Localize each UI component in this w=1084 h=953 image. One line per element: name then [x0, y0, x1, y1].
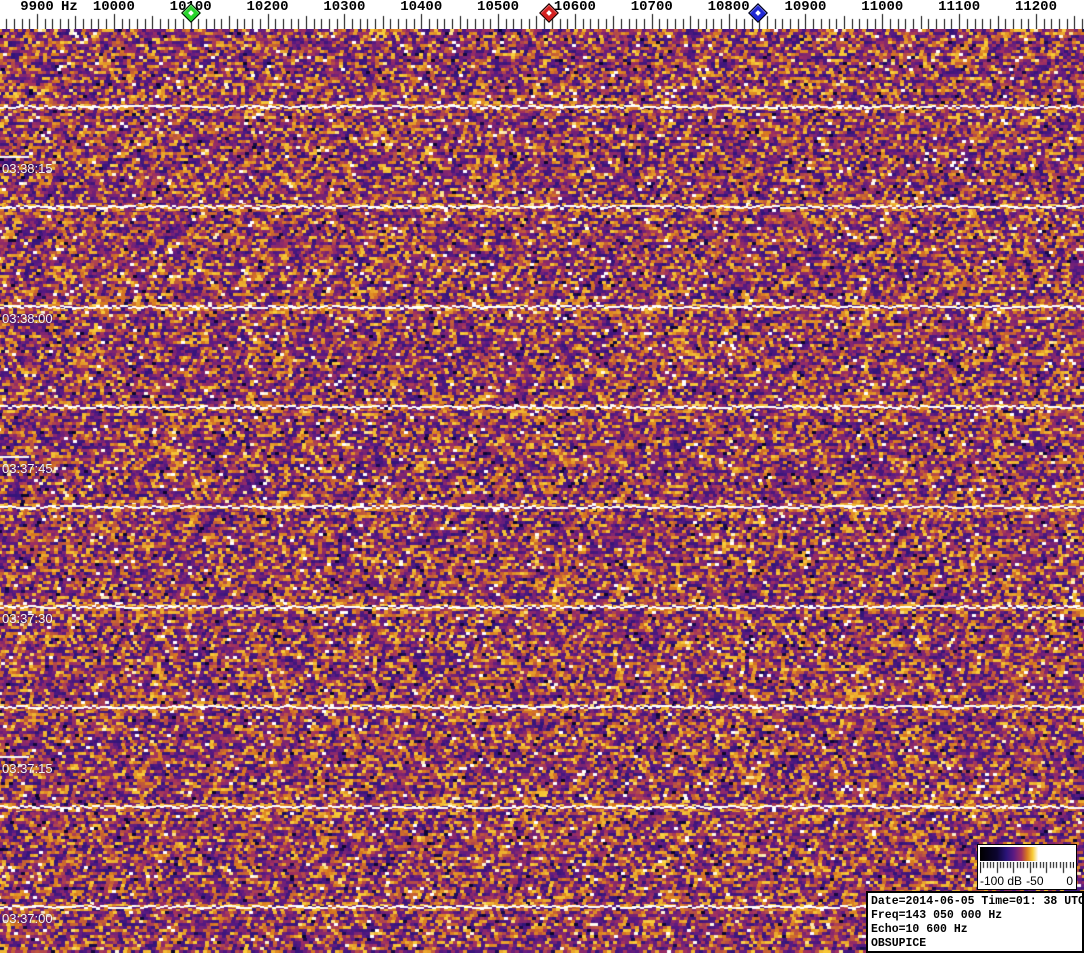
ruler-frequency-label: 11100	[938, 0, 981, 15]
ruler-frequency-label: 9900	[20, 0, 54, 15]
frequency-ruler[interactable]: Hz 9900100001010010200103001040010500106…	[0, 0, 1084, 29]
info-line-datetime: Date=2014-06-05 Time=01: 38 UTC	[871, 895, 1084, 908]
spectrogram-screen: Hz 9900100001010010200103001040010500106…	[0, 0, 1084, 953]
colorbar-label-mid: -50	[1026, 874, 1044, 888]
spectrogram-canvas[interactable]	[0, 29, 1084, 953]
time-label: 03:37:30	[2, 611, 53, 626]
ruler-frequency-label: 10800	[707, 0, 750, 15]
marker-center-dot	[188, 10, 194, 16]
info-line-echo: Echo=10 600 Hz	[871, 923, 968, 936]
colorbar-legend: -100 dB -50 0	[977, 844, 1077, 890]
time-label: 03:37:00	[2, 911, 53, 926]
ruler-frequency-label: 11000	[861, 0, 904, 15]
ruler-frequency-label: 10400	[400, 0, 443, 15]
time-label: 03:38:00	[2, 311, 53, 326]
info-line-frequency: Freq=143 050 000 Hz	[871, 909, 1003, 922]
ruler-frequency-label: 10300	[323, 0, 366, 15]
ruler-unit-label: Hz	[61, 0, 78, 15]
ruler-frequency-label: 11200	[1014, 0, 1057, 15]
colorbar-label-max: 0	[1066, 874, 1073, 888]
colorbar-label-min: -100 dB	[980, 874, 1023, 888]
ruler-frequency-label: 10900	[784, 0, 827, 15]
time-label: 03:38:15	[2, 161, 53, 176]
marker-center-dot	[546, 10, 552, 16]
marker-center-dot	[755, 10, 761, 16]
ruler-frequency-label: 10000	[92, 0, 135, 15]
ruler-frequency-label: 10200	[246, 0, 289, 15]
info-line-station: OBSUPICE	[871, 937, 927, 950]
ruler-frequency-label: 10700	[630, 0, 673, 15]
colorbar-ticks-canvas	[980, 862, 1074, 874]
colorbar-gradient	[980, 847, 1074, 861]
ruler-frequency-label: 10500	[477, 0, 520, 15]
observation-info-box: Date=2014-06-05 Time=01: 38 UTC Freq=143…	[866, 891, 1084, 953]
time-label: 03:37:45	[2, 461, 53, 476]
time-label: 03:37:15	[2, 761, 53, 776]
ruler-frequency-label: 10600	[553, 0, 596, 15]
